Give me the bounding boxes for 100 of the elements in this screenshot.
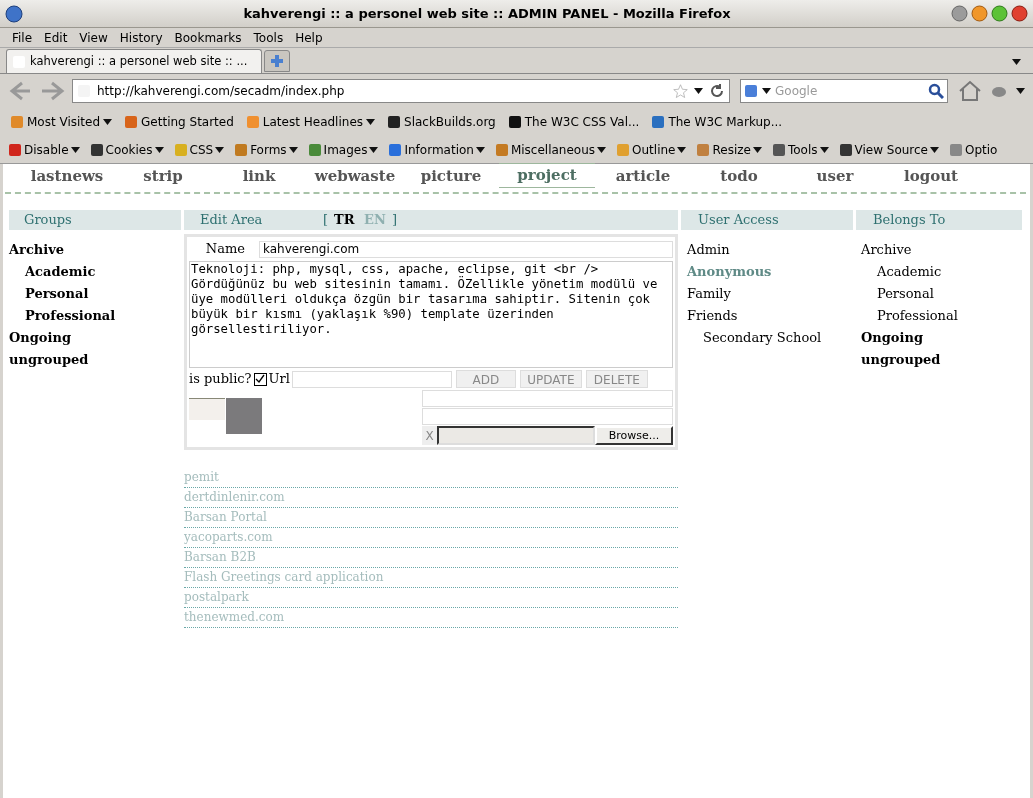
bookmark[interactable]: SlackBuilds.org bbox=[387, 113, 496, 131]
input-field[interactable] bbox=[422, 408, 673, 425]
nav-link[interactable]: article bbox=[595, 164, 691, 188]
tree-item[interactable]: Archive bbox=[9, 239, 65, 261]
caret-icon bbox=[475, 146, 485, 153]
toolbar-icon bbox=[307, 142, 322, 157]
menu-item[interactable]: Edit bbox=[44, 28, 68, 47]
tree-item[interactable]: Academic bbox=[25, 261, 96, 283]
input-field[interactable] bbox=[422, 390, 673, 407]
bookmark-icon bbox=[10, 115, 24, 129]
caret-icon bbox=[1016, 88, 1025, 94]
caret-icon bbox=[70, 146, 80, 153]
field-label: Name bbox=[204, 240, 246, 259]
window-button-icon[interactable] bbox=[951, 5, 968, 22]
menu-item[interactable]: Bookmarks bbox=[174, 28, 242, 47]
minimize-icon[interactable] bbox=[971, 5, 988, 22]
search-input[interactable]: Google bbox=[775, 82, 924, 100]
url-field[interactable] bbox=[291, 370, 452, 388]
tab-label: kahverengi :: a personel web site :: ... bbox=[30, 52, 248, 70]
caret-icon bbox=[288, 146, 298, 153]
toolbar-icon bbox=[771, 142, 786, 157]
bookmark[interactable]: Most Visited bbox=[10, 113, 113, 131]
tree-item[interactable]: Secondary School bbox=[703, 327, 822, 349]
menu-item[interactable]: File bbox=[12, 28, 33, 47]
menu-item[interactable]: Tools bbox=[253, 28, 284, 47]
nav-link[interactable]: link bbox=[211, 164, 307, 188]
bracket: [ bbox=[323, 211, 329, 229]
toolbar-menu[interactable]: Images bbox=[307, 140, 379, 159]
menu-item[interactable]: Help bbox=[295, 28, 323, 47]
tree-item[interactable]: Family bbox=[687, 283, 731, 305]
nav-link[interactable]: webwaste bbox=[307, 164, 403, 188]
bookmark-icon bbox=[651, 115, 666, 129]
toolbar-menu[interactable]: Cookies bbox=[89, 140, 164, 159]
maximize-icon[interactable] bbox=[991, 5, 1008, 22]
search-icon[interactable] bbox=[928, 83, 944, 99]
bookmark-icon bbox=[507, 115, 522, 129]
tree-item[interactable]: Academic bbox=[877, 261, 942, 283]
tree-item[interactable]: Admin bbox=[687, 239, 730, 261]
reload-icon[interactable] bbox=[709, 83, 725, 99]
bookmark-icon bbox=[387, 115, 401, 129]
toolbar-menu[interactable]: Forms bbox=[234, 140, 298, 159]
toolbar-menu[interactable]: Miscellaneous bbox=[494, 140, 607, 159]
nav-link[interactable]: project bbox=[499, 162, 595, 188]
menu-item[interactable]: View bbox=[79, 28, 108, 47]
bookmark[interactable]: Getting Started bbox=[124, 113, 234, 131]
toolbar-menu[interactable]: Resize bbox=[696, 140, 762, 159]
tree-item[interactable]: Personal bbox=[877, 283, 934, 305]
tree-item[interactable]: Ongoing bbox=[9, 327, 72, 349]
nav-link[interactable]: lastnews bbox=[19, 164, 115, 188]
toolbar-menu[interactable]: Optio bbox=[949, 140, 998, 159]
close-icon[interactable] bbox=[1011, 5, 1028, 22]
toolbar-menu[interactable]: Tools bbox=[771, 140, 829, 159]
public-checkbox[interactable] bbox=[253, 372, 267, 386]
toolbar-icon bbox=[838, 142, 853, 157]
bookmark[interactable]: The W3C Markup... bbox=[651, 113, 783, 131]
nav-link[interactable]: picture bbox=[403, 164, 499, 188]
tree-item[interactable]: Friends bbox=[687, 305, 738, 327]
tree-item[interactable]: Personal bbox=[25, 283, 89, 305]
nav-link[interactable]: todo bbox=[691, 164, 787, 188]
tree-item[interactable]: Archive bbox=[861, 239, 912, 261]
tree-item[interactable]: ungrouped bbox=[9, 349, 89, 371]
toolbar-menu[interactable]: Outline bbox=[616, 140, 687, 159]
description-field[interactable]: Teknoloji: php, mysql, css, apache, eclipse, git <br /> Gördüğünüz bu web sitesinin tamamı. ÖZellikle yönetim modülü ve üye modülleri oldukça özgün bir tasarıma sahiptir. Sitenin çok büyük bir kısmı (yaklaşık %90) template üzerinden görsellestiriliyor. bbox=[189, 261, 673, 368]
toolbar-menu[interactable]: Information bbox=[388, 140, 485, 159]
browse-button[interactable]: Browse... bbox=[595, 426, 673, 445]
name-field[interactable]: kahverengi.com bbox=[259, 240, 673, 258]
bookmark[interactable]: Latest Headlines bbox=[245, 113, 375, 131]
file-field[interactable] bbox=[437, 426, 595, 445]
caret-icon bbox=[369, 146, 379, 153]
address-bar[interactable]: http://kahverengi.com/secadm/index.php bbox=[72, 79, 730, 103]
toolbar-menu[interactable]: View Source bbox=[838, 140, 939, 159]
tree-item[interactable]: Professional bbox=[877, 305, 958, 327]
caret-icon bbox=[597, 146, 607, 153]
toolbar-menu[interactable]: Disable bbox=[8, 140, 80, 159]
star-icon[interactable] bbox=[673, 83, 688, 99]
tree-item[interactable]: Ongoing bbox=[861, 327, 924, 349]
plus-icon bbox=[271, 55, 283, 67]
bookmark[interactable]: The W3C CSS Val... bbox=[507, 113, 640, 131]
language-link[interactable]: TR bbox=[334, 210, 359, 230]
app-icon bbox=[5, 4, 23, 23]
window-title: kahverengi :: a personel web site :: ADMIN PANEL - Mozilla Firefox bbox=[242, 4, 732, 23]
caret-icon bbox=[819, 146, 829, 153]
caret-icon bbox=[154, 146, 164, 153]
caret-icon bbox=[762, 88, 771, 94]
browser-tab[interactable]: kahverengi :: a personel web site :: ... bbox=[6, 49, 262, 73]
tree-item[interactable]: ungrouped bbox=[861, 349, 941, 371]
search-field[interactable]: Google bbox=[740, 79, 948, 103]
toolbar-icon bbox=[8, 142, 22, 157]
home-icon[interactable] bbox=[958, 80, 982, 102]
toolbar-menu[interactable]: CSS bbox=[173, 140, 225, 159]
forward-icon[interactable] bbox=[40, 80, 66, 102]
caret-icon bbox=[1012, 59, 1021, 65]
caret-icon bbox=[103, 119, 113, 125]
nav-link[interactable]: strip bbox=[115, 164, 211, 188]
menu-item[interactable]: History bbox=[119, 28, 163, 47]
nav-link[interactable]: user bbox=[787, 164, 883, 188]
tree-item[interactable]: Anonymous bbox=[687, 261, 772, 283]
new-tab-button[interactable] bbox=[264, 50, 290, 72]
tree-item[interactable]: Professional bbox=[25, 305, 116, 327]
nav-link[interactable]: logout bbox=[883, 164, 979, 188]
